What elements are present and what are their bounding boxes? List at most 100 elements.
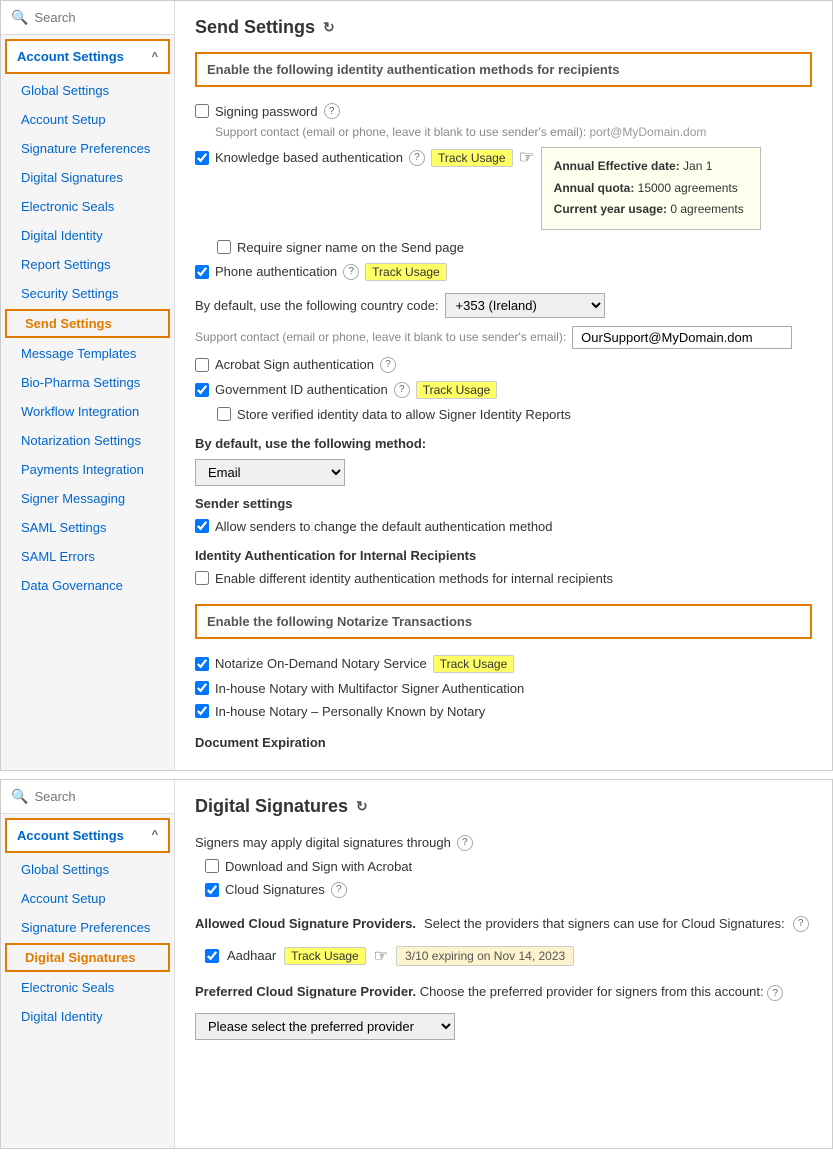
- internal-recipients-row: Enable different identity authentication…: [195, 567, 812, 590]
- internal-recipients-heading: Identity Authentication for Internal Rec…: [195, 548, 812, 563]
- kba-track-usage-btn[interactable]: Track Usage: [431, 149, 513, 167]
- preferred-provider-info-icon[interactable]: ?: [767, 985, 783, 1001]
- sidebar-item-digital-identity-1[interactable]: Digital Identity: [1, 221, 174, 250]
- search-input-2[interactable]: [34, 789, 164, 804]
- notarize-on-demand-label: Notarize On-Demand Notary Service: [215, 656, 427, 671]
- identity-auth-label: Enable the following identity authentica…: [207, 62, 619, 77]
- document-expiration-section: Document Expiration: [195, 735, 812, 750]
- sidebar-item-send-settings-1[interactable]: Send Settings: [5, 309, 170, 338]
- digital-signatures-main: Digital Signatures ↻ Signers may apply d…: [175, 780, 832, 1148]
- signing-password-checkbox[interactable]: [195, 104, 209, 118]
- search-input-1[interactable]: [34, 10, 164, 25]
- sidebar-item-notarization-1[interactable]: Notarization Settings: [1, 426, 174, 455]
- phone-track-usage-btn[interactable]: Track Usage: [365, 263, 447, 281]
- store-identity-checkbox[interactable]: [217, 407, 231, 421]
- govt-id-label: Government ID authentication: [215, 382, 388, 397]
- support-email-label: Support contact (email or phone, leave i…: [195, 330, 566, 344]
- sidebar-item-biopharma-1[interactable]: Bio-Pharma Settings: [1, 368, 174, 397]
- internal-recipients-section: Identity Authentication for Internal Rec…: [195, 548, 812, 590]
- default-method-select[interactable]: Email: [195, 459, 345, 486]
- refresh-icon-1[interactable]: ↻: [323, 19, 335, 36]
- inhouse-personally-checkbox[interactable]: [195, 704, 209, 718]
- cloud-signatures-checkbox[interactable]: [205, 883, 219, 897]
- tooltip-current-year-label: Current year usage:: [554, 202, 667, 216]
- phone-auth-checkbox[interactable]: [195, 265, 209, 279]
- sidebar-item-signer-messaging-1[interactable]: Signer Messaging: [1, 484, 174, 513]
- sidebar-item-account-setup-1[interactable]: Account Setup: [1, 105, 174, 134]
- sidebar-item-digital-signatures-1[interactable]: Digital Signatures: [1, 163, 174, 192]
- account-settings-header-1[interactable]: Account Settings ^: [5, 39, 170, 74]
- acrobat-sign-row: Acrobat Sign authentication ?: [195, 353, 812, 377]
- signers-may-apply-info-icon[interactable]: ?: [457, 835, 473, 851]
- preferred-provider-text: Choose the preferred provider for signer…: [420, 984, 764, 999]
- notarize-section-box: Enable the following Notarize Transactio…: [195, 604, 812, 639]
- notarize-on-demand-checkbox[interactable]: [195, 657, 209, 671]
- preferred-provider-select-wrapper: Please select the preferred provider: [195, 1007, 812, 1040]
- send-settings-panel: 🔍 Account Settings ^ Global Settings Acc…: [0, 0, 833, 771]
- sidebar-item-global-settings-1[interactable]: Global Settings: [1, 76, 174, 105]
- tooltip-annual-quota-label: Annual quota:: [554, 181, 635, 195]
- download-sign-label: Download and Sign with Acrobat: [225, 859, 412, 874]
- search-bar-2[interactable]: 🔍: [1, 780, 174, 814]
- sidebar-item-electronic-seals-2[interactable]: Electronic Seals: [1, 973, 174, 1002]
- kba-checkbox[interactable]: [195, 151, 209, 165]
- require-signer-checkbox[interactable]: [217, 240, 231, 254]
- aadhaar-expiry-badge: 3/10 expiring on Nov 14, 2023: [396, 946, 574, 966]
- sidebar-item-digital-signatures-2[interactable]: Digital Signatures: [5, 943, 170, 972]
- inhouse-multifactor-checkbox[interactable]: [195, 681, 209, 695]
- tooltip-annual-quota-value: 15000 agreements: [638, 181, 738, 195]
- sidebar-item-message-templates-1[interactable]: Message Templates: [1, 339, 174, 368]
- sidebar-item-report-settings-1[interactable]: Report Settings: [1, 250, 174, 279]
- kba-info-icon[interactable]: ?: [409, 150, 425, 166]
- aadhaar-label: Aadhaar: [227, 948, 276, 963]
- sidebar-item-account-setup-2[interactable]: Account Setup: [1, 884, 174, 913]
- tooltip-annual-date-label: Annual Effective date:: [554, 159, 680, 173]
- acrobat-sign-info-icon[interactable]: ?: [380, 357, 396, 373]
- govt-id-info-icon[interactable]: ?: [394, 382, 410, 398]
- search-icon-2: 🔍: [11, 788, 28, 805]
- support-email-input[interactable]: [572, 326, 792, 349]
- internal-recipients-checkbox[interactable]: [195, 571, 209, 585]
- preferred-provider-section: Preferred Cloud Signature Provider. Choo…: [195, 984, 812, 1041]
- signing-password-info-icon[interactable]: ?: [324, 103, 340, 119]
- sidebar-item-security-settings-1[interactable]: Security Settings: [1, 279, 174, 308]
- allow-senders-checkbox[interactable]: [195, 519, 209, 533]
- country-code-select[interactable]: +353 (Ireland): [445, 293, 605, 318]
- sidebar-item-data-governance-1[interactable]: Data Governance: [1, 571, 174, 600]
- aadhaar-cursor-hand: ☞: [374, 946, 388, 966]
- allowed-providers-heading-row: Allowed Cloud Signature Providers. Selec…: [195, 912, 812, 936]
- digital-signatures-panel: 🔍 Account Settings ^ Global Settings Acc…: [0, 779, 833, 1149]
- account-settings-header-2[interactable]: Account Settings ^: [5, 818, 170, 853]
- sidebar-item-electronic-seals-1[interactable]: Electronic Seals: [1, 192, 174, 221]
- govt-id-track-usage-btn[interactable]: Track Usage: [416, 381, 498, 399]
- sidebar-item-signature-preferences-2[interactable]: Signature Preferences: [1, 913, 174, 942]
- allowed-providers-info-icon[interactable]: ?: [793, 916, 809, 932]
- allowed-providers-text: Select the providers that signers can us…: [424, 916, 785, 931]
- sidebar-item-signature-preferences-1[interactable]: Signature Preferences: [1, 134, 174, 163]
- phone-auth-row: Phone authentication ? Track Usage: [195, 259, 812, 285]
- phone-auth-info-icon[interactable]: ?: [343, 264, 359, 280]
- account-settings-label-1: Account Settings: [17, 49, 124, 64]
- aadhaar-checkbox[interactable]: [205, 949, 219, 963]
- inhouse-multifactor-row: In-house Notary with Multifactor Signer …: [195, 677, 812, 700]
- sidebar-item-saml-errors-1[interactable]: SAML Errors: [1, 542, 174, 571]
- identity-auth-section-box: Enable the following identity authentica…: [195, 52, 812, 87]
- sidebar-nav-1: Global Settings Account Setup Signature …: [1, 76, 174, 600]
- search-bar-1[interactable]: 🔍: [1, 1, 174, 35]
- acrobat-sign-checkbox[interactable]: [195, 358, 209, 372]
- sidebar-item-workflow-1[interactable]: Workflow Integration: [1, 397, 174, 426]
- govt-id-checkbox[interactable]: [195, 383, 209, 397]
- cloud-signatures-info-icon[interactable]: ?: [331, 882, 347, 898]
- aadhaar-track-usage-btn[interactable]: Track Usage: [284, 947, 366, 965]
- download-sign-checkbox[interactable]: [205, 859, 219, 873]
- refresh-icon-2[interactable]: ↻: [356, 798, 368, 815]
- aadhaar-row: Aadhaar Track Usage ☞ 3/10 expiring on N…: [195, 942, 812, 970]
- sidebar-item-global-settings-2[interactable]: Global Settings: [1, 855, 174, 884]
- sidebar-item-digital-identity-2[interactable]: Digital Identity: [1, 1002, 174, 1031]
- sidebar-item-payments-1[interactable]: Payments Integration: [1, 455, 174, 484]
- notarize-track-usage-btn[interactable]: Track Usage: [433, 655, 515, 673]
- notarize-on-demand-row: Notarize On-Demand Notary Service Track …: [195, 651, 812, 677]
- sidebar-item-saml-settings-1[interactable]: SAML Settings: [1, 513, 174, 542]
- preferred-provider-select[interactable]: Please select the preferred provider: [195, 1013, 455, 1040]
- account-settings-label-2: Account Settings: [17, 828, 124, 843]
